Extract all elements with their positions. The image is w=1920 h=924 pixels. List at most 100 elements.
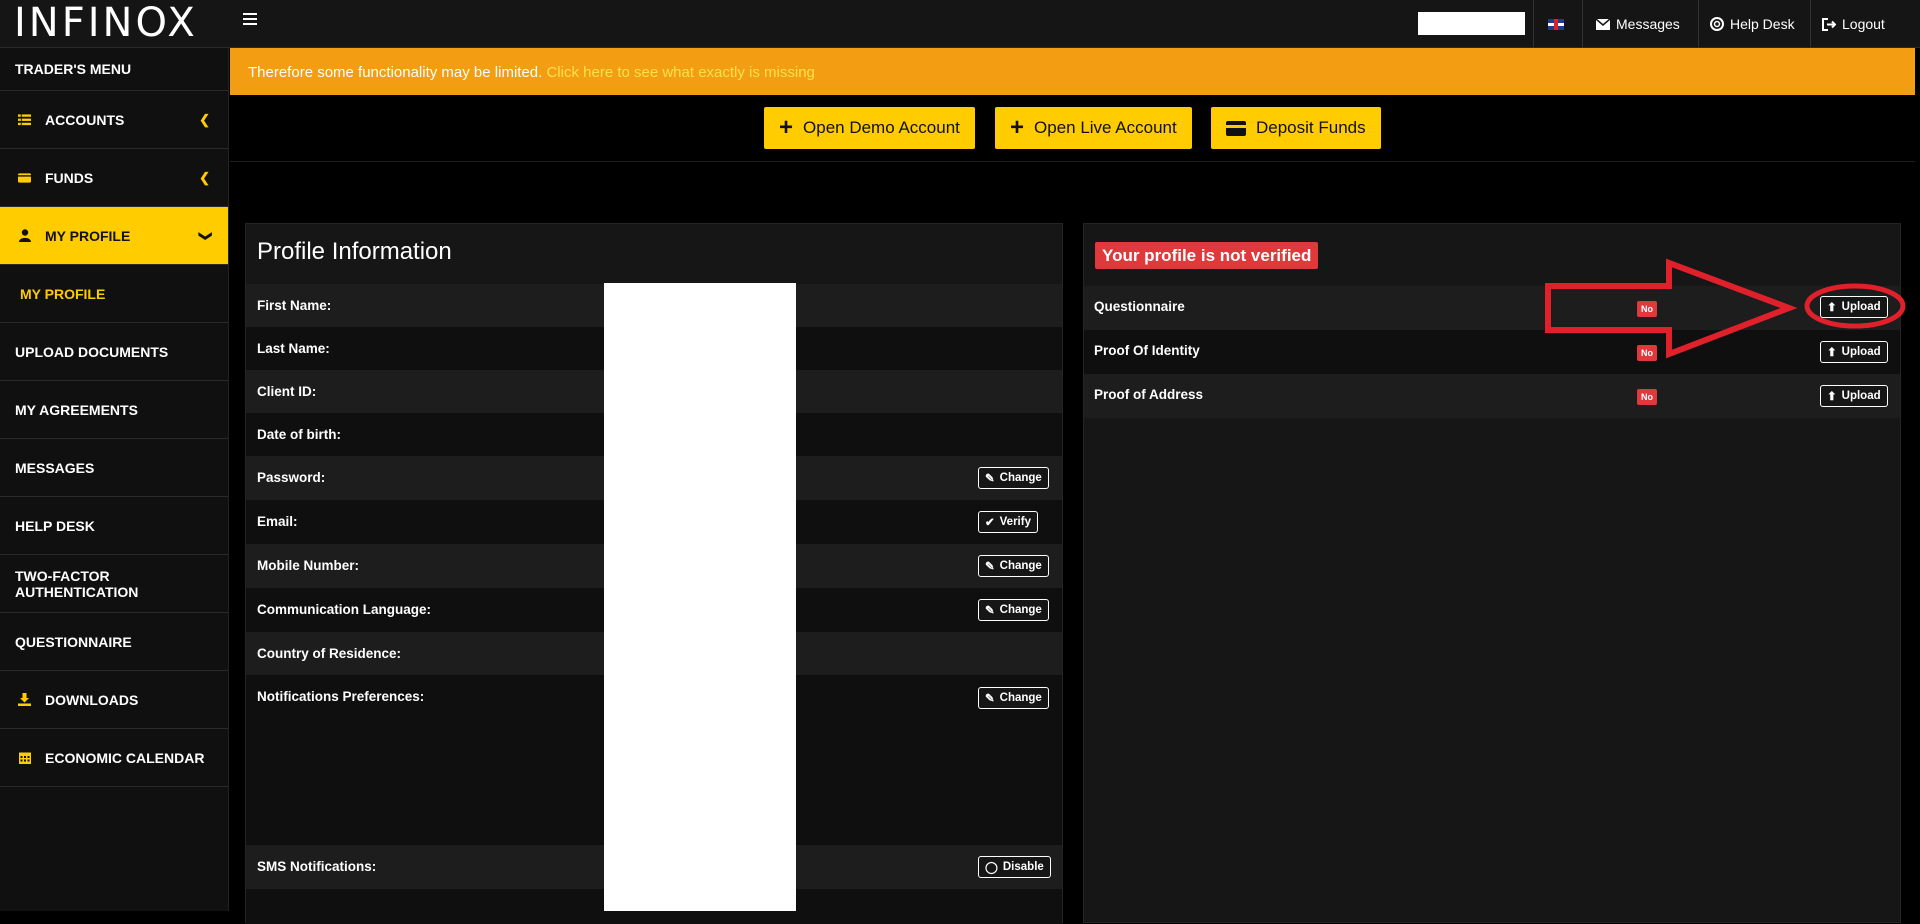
sign-out-icon: [1822, 17, 1836, 31]
user-name-box[interactable]: [1418, 12, 1525, 35]
upload-icon: ⬆: [1827, 347, 1837, 359]
row-questionnaire: Questionnaire No ⬆ Upload: [1084, 286, 1900, 330]
notifications-label: Notifications Preferences:: [257, 689, 425, 704]
proof-address-label: Proof of Address: [1094, 387, 1204, 402]
missing-info-link[interactable]: Click here to see what exactly is missin…: [546, 64, 814, 81]
verification-warning-banner: Therefore some functionality may be limi…: [230, 48, 1915, 95]
sidebar-sub-my-profile[interactable]: MY PROFILE: [0, 265, 228, 323]
upload-icon: ⬆: [1827, 391, 1837, 403]
divider: [1810, 0, 1811, 48]
help-desk-link[interactable]: Help Desk: [1710, 0, 1795, 48]
plus-icon: +: [1010, 114, 1025, 141]
sidebar-item-downloads[interactable]: DOWNLOADS: [0, 671, 228, 729]
button-label: Upload: [1841, 346, 1881, 358]
last-name-label: Last Name:: [257, 341, 330, 356]
sms-notifications-label: SMS Notifications:: [257, 859, 377, 874]
open-live-account-button[interactable]: + Open Live Account: [995, 107, 1192, 149]
sidebar-sub-help-desk[interactable]: HELP DESK: [0, 497, 228, 555]
sidebar-sub-upload-documents[interactable]: UPLOAD DOCUMENTS: [0, 323, 228, 381]
divider: [1533, 0, 1534, 48]
download-icon: [18, 693, 31, 706]
sidebar-item-my-profile[interactable]: MY PROFILE ❮: [0, 207, 228, 265]
sidebar-item-accounts[interactable]: ACCOUNTS ❮: [0, 91, 228, 149]
sidebar-heading: TRADER'S MENU: [0, 48, 228, 91]
change-notifications-button[interactable]: ✎ Change: [978, 687, 1049, 709]
client-id-label: Client ID:: [257, 384, 317, 399]
sidebar-item-funds[interactable]: FUNDS ❮: [0, 149, 228, 207]
upload-identity-button[interactable]: ⬆ Upload: [1820, 341, 1888, 363]
status-badge: No: [1637, 389, 1657, 405]
envelope-icon: [1596, 18, 1610, 30]
chevron-left-icon: ❮: [199, 169, 210, 185]
change-mobile-button[interactable]: ✎ Change: [978, 555, 1049, 577]
sidebar-item-label: ACCOUNTS: [45, 111, 125, 128]
sidebar-sub-two-factor[interactable]: TWO-FACTOR AUTHENTICATION: [0, 555, 228, 613]
sidebar: TRADER'S MENU ACCOUNTS ❮ FUNDS ❮ MY PROF…: [0, 48, 229, 911]
chevron-down-icon: ❮: [196, 230, 212, 241]
check-icon: ✔: [985, 517, 995, 529]
status-badge: No: [1637, 301, 1657, 317]
sidebar-item-label: ECONOMIC CALENDAR: [45, 749, 205, 766]
action-bar: + Open Demo Account + Open Live Account …: [230, 96, 1915, 162]
uk-flag-icon: [1548, 18, 1564, 30]
sidebar-sub-questionnaire[interactable]: QUESTIONNAIRE: [0, 613, 228, 671]
top-bar: INFINOX Messages Help Desk Logout: [0, 0, 1920, 48]
list-icon: [18, 113, 31, 126]
communication-language-label: Communication Language:: [257, 602, 432, 617]
not-verified-badge: Your profile is not verified: [1095, 242, 1319, 269]
infinox-logo[interactable]: INFINOX: [14, 2, 198, 44]
sidebar-sub-my-agreements[interactable]: MY AGREEMENTS: [0, 381, 228, 439]
disable-sms-button[interactable]: ◯ Disable: [978, 856, 1051, 878]
calendar-icon: [18, 751, 31, 764]
button-label: Verify: [999, 516, 1031, 528]
open-demo-account-button[interactable]: + Open Demo Account: [764, 107, 975, 149]
verify-email-button[interactable]: ✔ Verify: [978, 511, 1038, 533]
credit-card-icon: [1226, 120, 1246, 136]
button-label: Open Demo Account: [803, 118, 960, 137]
button-label: Deposit Funds: [1256, 118, 1366, 137]
first-name-label: First Name:: [257, 298, 332, 313]
deposit-funds-button[interactable]: Deposit Funds: [1211, 107, 1381, 149]
profile-title: Profile Information: [257, 238, 452, 265]
row-proof-of-identity: Proof Of Identity No ⬆ Upload: [1084, 330, 1900, 374]
button-label: Change: [999, 472, 1042, 484]
upload-questionnaire-button[interactable]: ⬆ Upload: [1820, 296, 1888, 318]
plus-icon: +: [779, 114, 794, 141]
messages-link[interactable]: Messages: [1596, 0, 1680, 48]
edit-icon: ✎: [985, 561, 995, 573]
hamburger-menu-icon[interactable]: [243, 13, 257, 27]
change-password-button[interactable]: ✎ Change: [978, 467, 1049, 489]
button-label: Upload: [1841, 390, 1881, 402]
language-selector[interactable]: [1548, 0, 1564, 48]
change-language-button[interactable]: ✎ Change: [978, 599, 1049, 621]
redacted-values-block: [604, 283, 796, 911]
status-badge: No: [1637, 345, 1657, 361]
questionnaire-label: Questionnaire: [1094, 299, 1185, 314]
sidebar-item-economic-calendar[interactable]: ECONOMIC CALENDAR: [0, 729, 228, 787]
logout-link[interactable]: Logout: [1822, 0, 1885, 48]
button-label: Change: [999, 692, 1042, 704]
banner-message: Therefore some functionality may be limi…: [248, 64, 815, 81]
sidebar-item-label: MY PROFILE: [45, 227, 131, 244]
row-proof-of-address: Proof of Address No ⬆ Upload: [1084, 374, 1900, 418]
upload-icon: ⬆: [1827, 302, 1837, 314]
banner-text: Therefore some functionality may be limi…: [248, 64, 543, 81]
chevron-left-icon: ❮: [199, 111, 210, 127]
user-icon: [18, 229, 31, 242]
button-label: Upload: [1841, 301, 1881, 313]
date-of-birth-label: Date of birth:: [257, 427, 341, 442]
button-label: Disable: [1002, 861, 1044, 873]
proof-identity-label: Proof Of Identity: [1094, 343, 1200, 358]
button-label: Change: [999, 560, 1042, 572]
button-label: Open Live Account: [1034, 118, 1177, 137]
help-desk-label: Help Desk: [1730, 16, 1795, 32]
edit-icon: ✎: [985, 605, 995, 617]
password-label: Password:: [257, 470, 326, 485]
button-label: Change: [999, 604, 1042, 616]
edit-icon: ✎: [985, 693, 995, 705]
lifebuoy-icon: [1710, 17, 1724, 31]
upload-address-button[interactable]: ⬆ Upload: [1820, 385, 1888, 407]
verification-card: Your profile is not verified Questionnai…: [1083, 223, 1901, 923]
toggle-icon: ◯: [985, 862, 998, 874]
sidebar-sub-messages[interactable]: MESSAGES: [0, 439, 228, 497]
